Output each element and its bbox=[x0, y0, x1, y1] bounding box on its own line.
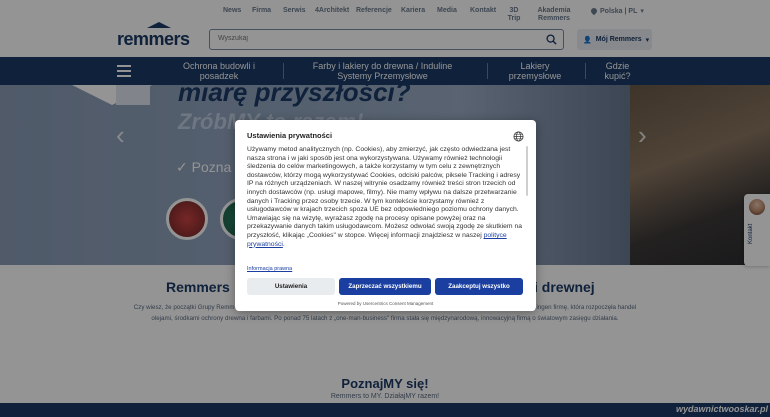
dialog-body: Używamy metod analitycznych (np. Cookies… bbox=[247, 146, 523, 248]
dialog-scrollbar[interactable] bbox=[526, 146, 528, 196]
powered-by-text: Powered by Usercentrics Consent Manageme… bbox=[337, 301, 434, 306]
accept-all-button[interactable]: Zaakceptuj wszystko bbox=[435, 278, 523, 295]
globe-icon[interactable] bbox=[513, 131, 524, 142]
legal-info-link[interactable]: Informacja prawna bbox=[247, 266, 292, 272]
dialog-body-text: Używamy metod analitycznych (np. Cookies… bbox=[247, 146, 523, 239]
dialog-title: Ustawienia prywatności bbox=[247, 131, 333, 140]
privacy-settings-dialog: Ustawienia prywatności Używamy metod ana… bbox=[235, 120, 536, 311]
settings-button[interactable]: Ustawienia bbox=[247, 278, 335, 295]
reject-all-button[interactable]: Zaprzeczać wszystkiemu bbox=[339, 278, 431, 295]
